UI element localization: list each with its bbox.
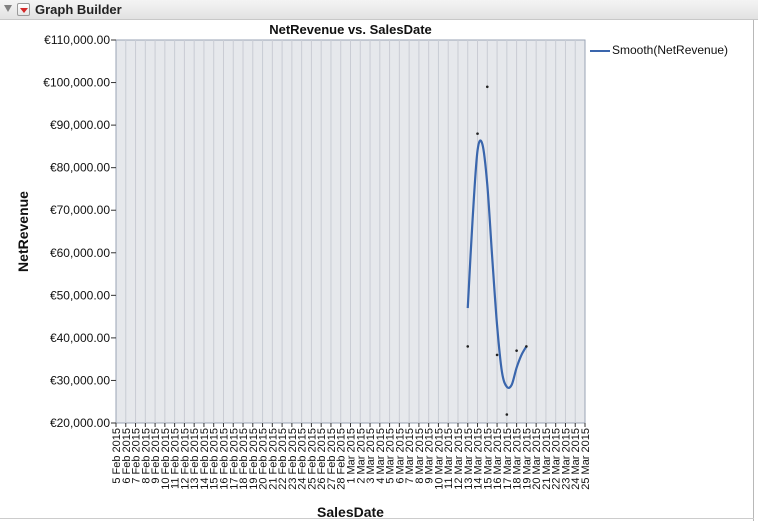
y-tick-label: €90,000.00 bbox=[50, 118, 110, 132]
window-right-border bbox=[753, 20, 754, 521]
data-point bbox=[466, 345, 470, 348]
graph-builder-outline-header: Graph Builder bbox=[0, 0, 758, 20]
y-tick-label: €70,000.00 bbox=[50, 203, 110, 217]
chart-area: NetRevenue vs. SalesDate €20,000.00 €30,00… bbox=[15, 22, 592, 520]
data-point bbox=[485, 85, 489, 89]
y-tick-label: €40,000.00 bbox=[50, 331, 110, 345]
y-tick-label: €20,000.00 bbox=[50, 416, 110, 430]
data-point bbox=[476, 132, 479, 135]
y-tick-label: €50,000.00 bbox=[50, 288, 110, 302]
y-tick-label: €100,000.00 bbox=[43, 76, 110, 90]
data-point bbox=[515, 349, 518, 352]
legend-line-swatch bbox=[590, 50, 610, 52]
outline-title: Graph Builder bbox=[35, 2, 122, 17]
y-tick-label: €80,000.00 bbox=[50, 161, 110, 175]
legend-label: Smooth(NetRevenue) bbox=[612, 43, 729, 57]
data-point bbox=[505, 413, 509, 416]
disclosure-triangle-icon[interactable] bbox=[4, 5, 12, 12]
red-triangle-menu-button[interactable] bbox=[17, 3, 30, 16]
data-point bbox=[525, 345, 528, 348]
window-bottom-border bbox=[0, 518, 754, 519]
y-axis-label: NetRevenue bbox=[15, 191, 31, 272]
chart-title: NetRevenue vs. SalesDate bbox=[269, 22, 432, 37]
y-tick-label: €30,000.00 bbox=[50, 373, 110, 387]
y-tick-label: €60,000.00 bbox=[50, 246, 110, 260]
x-tick-label: 25 Mar 2015 bbox=[580, 428, 592, 490]
red-triangle-icon bbox=[20, 8, 28, 13]
data-point bbox=[495, 353, 499, 357]
y-tick-label: €110,000.00 bbox=[44, 33, 110, 47]
